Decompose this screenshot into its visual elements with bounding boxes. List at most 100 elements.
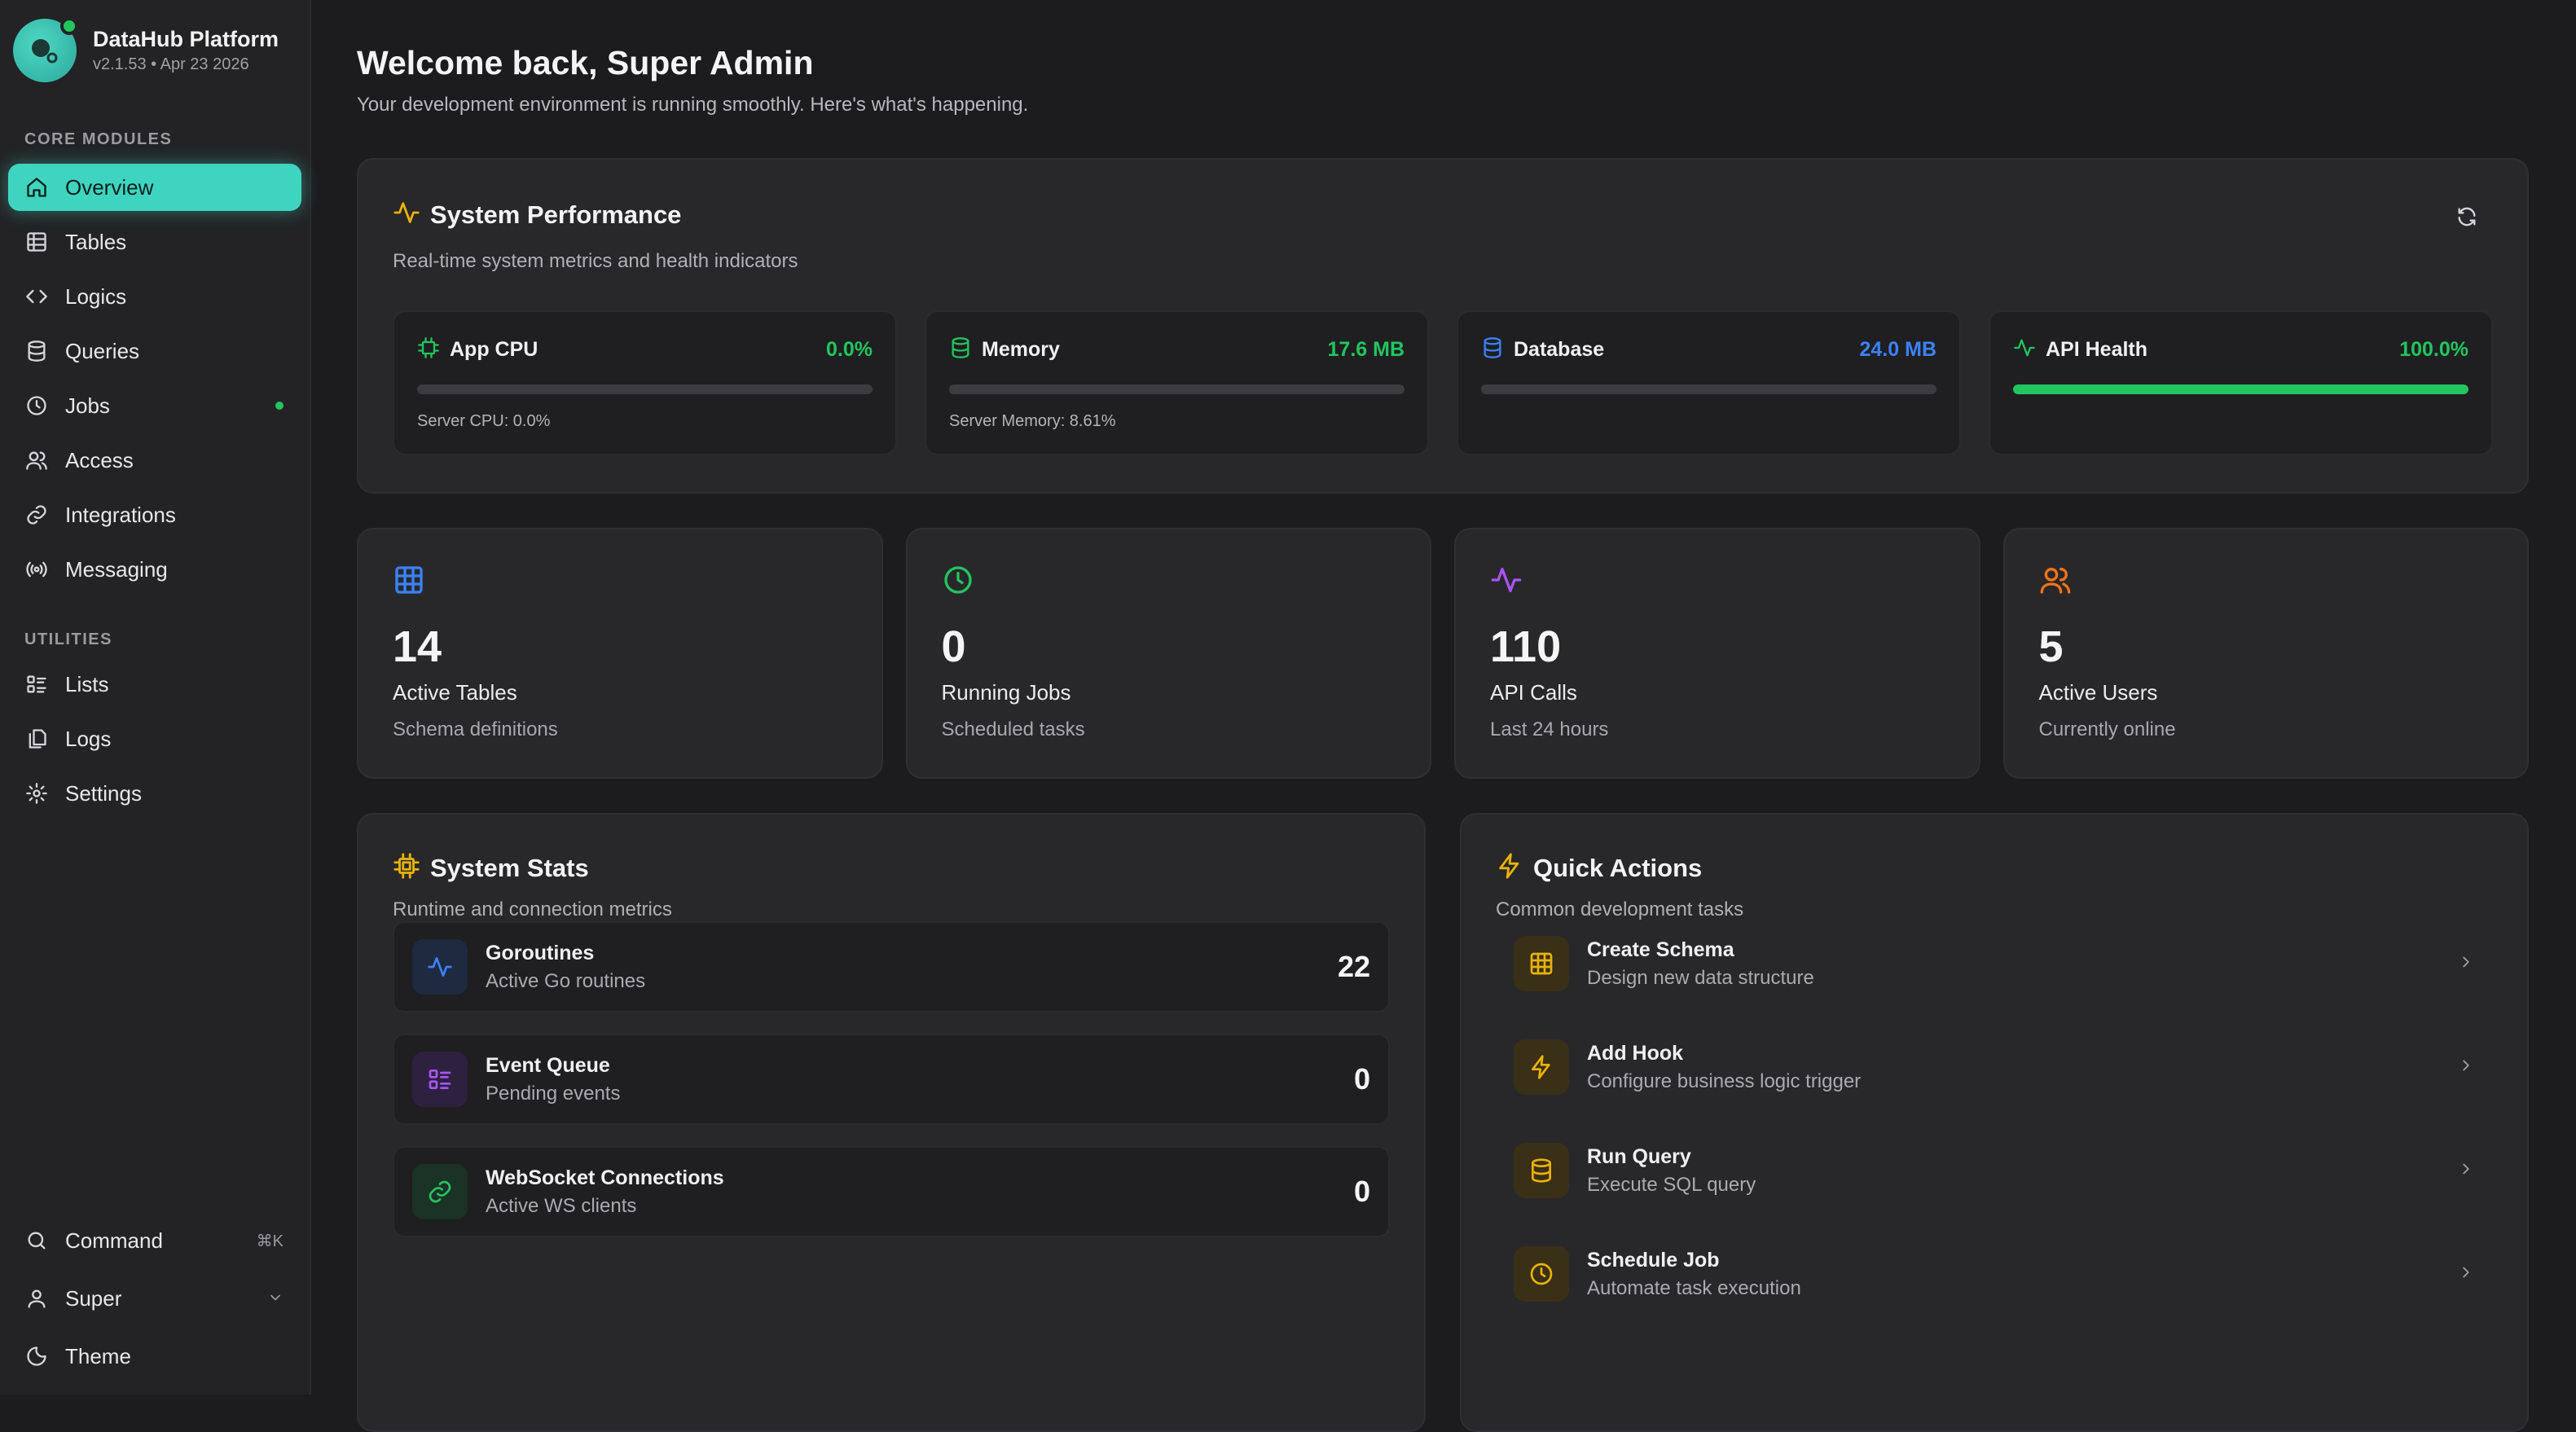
link-icon xyxy=(24,503,49,527)
stat-sub: Currently online xyxy=(2038,718,2176,740)
action-add-hook[interactable]: Add Hook Configure business logic trigge… xyxy=(1496,1025,2493,1109)
theme-toggle[interactable]: Theme xyxy=(8,1333,301,1380)
card-title: Quick Actions xyxy=(1533,853,1703,882)
row-sub: Pending events xyxy=(486,1082,621,1105)
brand-version: v2.1.53 • Apr 23 2026 xyxy=(93,55,249,73)
action-title: Schedule Job xyxy=(1587,1248,1720,1272)
clock-icon xyxy=(942,566,974,600)
row-value: 0 xyxy=(1353,1062,1370,1096)
stat-label: Active Users xyxy=(2038,680,2158,705)
sidebar-item-label: Queries xyxy=(65,338,140,363)
sidebar-item-label: Messaging xyxy=(65,556,168,582)
search-icon xyxy=(24,1228,49,1253)
action-schedule-job[interactable]: Schedule Job Automate task execution xyxy=(1496,1232,2493,1316)
sidebar-item-label: Overview xyxy=(65,174,154,200)
sidebar-item-queries[interactable]: Queries xyxy=(8,327,301,375)
metric-value: 17.6 MB xyxy=(1327,338,1404,361)
files-icon xyxy=(24,727,49,751)
link-icon xyxy=(412,1164,468,1219)
action-sub: Execute SQL query xyxy=(1587,1173,1756,1196)
database-icon xyxy=(1514,1143,1569,1198)
action-run-query[interactable]: Run Query Execute SQL query xyxy=(1496,1128,2493,1213)
activity-icon xyxy=(1490,568,1523,600)
sidebar-item-settings[interactable]: Settings xyxy=(8,770,301,817)
page-title: Welcome back, Super Admin xyxy=(357,44,814,81)
card-description: Runtime and connection metrics xyxy=(393,898,672,920)
bolt-icon xyxy=(1514,1039,1569,1095)
stat-value: 14 xyxy=(393,622,442,671)
action-title: Add Hook xyxy=(1587,1041,1684,1065)
sidebar-item-overview[interactable]: Overview xyxy=(8,164,301,211)
metric-progress-bar xyxy=(949,384,1404,394)
stat-card-active-users[interactable]: 5 Active Users Currently online xyxy=(2002,528,2529,779)
metric-note: Server CPU: 0.0% xyxy=(417,412,551,430)
metric-name: API Health xyxy=(2046,338,2148,361)
cpu-icon xyxy=(393,852,420,884)
clock-icon xyxy=(1514,1246,1569,1302)
stat-row-websocket: WebSocket Connections Active WS clients … xyxy=(393,1146,1390,1237)
sidebar-item-messaging[interactable]: Messaging xyxy=(8,546,301,593)
stat-card-running-jobs[interactable]: 0 Running Jobs Scheduled tasks xyxy=(905,528,1431,779)
sidebar-item-integrations[interactable]: Integrations xyxy=(8,491,301,538)
stat-row-goroutines: Goroutines Active Go routines 22 xyxy=(393,921,1390,1013)
list-icon xyxy=(412,1052,468,1107)
row-sub: Active Go routines xyxy=(486,969,646,992)
sidebar-item-logs[interactable]: Logs xyxy=(8,715,301,762)
refresh-icon[interactable] xyxy=(2455,205,2478,232)
row-value: 0 xyxy=(1353,1175,1370,1208)
row-title: Goroutines xyxy=(486,941,595,964)
sidebar-item-access[interactable]: Access xyxy=(8,437,301,484)
stat-sub: Schema definitions xyxy=(393,718,558,740)
users-icon xyxy=(24,448,49,472)
chevron-down-icon xyxy=(267,1286,284,1311)
chevron-right-icon xyxy=(2457,1056,2475,1078)
action-create-schema[interactable]: Create Schema Design new data structure xyxy=(1496,921,2493,1006)
metric-value: 24.0 MB xyxy=(1859,338,1936,361)
brand[interactable]: DataHub Platform v2.1.53 • Apr 23 2026 xyxy=(0,0,310,88)
status-dot xyxy=(275,402,284,410)
action-sub: Configure business logic trigger xyxy=(1587,1070,1862,1092)
user-label: Super xyxy=(65,1285,122,1311)
section-title-utilities: UTILITIES xyxy=(24,630,112,648)
stat-sub: Last 24 hours xyxy=(1490,718,1609,740)
stat-value: 110 xyxy=(1490,622,1562,671)
sidebar-item-label: Jobs xyxy=(65,393,110,418)
metric-name: Database xyxy=(1514,338,1605,361)
sidebar-item-jobs[interactable]: Jobs xyxy=(8,382,301,429)
metric-name: App CPU xyxy=(450,338,538,361)
database-icon xyxy=(24,339,49,363)
chevron-right-icon xyxy=(2457,953,2475,975)
stat-cards: 14 Active Tables Schema definitions 0 Ru… xyxy=(357,528,2529,779)
metric-name: Memory xyxy=(982,338,1060,361)
stat-card-active-tables[interactable]: 14 Active Tables Schema definitions xyxy=(357,528,883,779)
users-icon xyxy=(2039,568,2072,600)
list-icon xyxy=(24,672,49,696)
stat-sub: Scheduled tasks xyxy=(941,718,1085,740)
stat-card-api-calls[interactable]: 110 API Calls Last 24 hours xyxy=(1454,528,1980,779)
card-title: System Stats xyxy=(430,853,589,882)
card-description: Common development tasks xyxy=(1496,898,1744,920)
brand-name: DataHub Platform xyxy=(93,27,279,51)
sidebar-item-tables[interactable]: Tables xyxy=(8,218,301,266)
chevron-right-icon xyxy=(2457,1263,2475,1285)
sidebar-item-logics[interactable]: Logics xyxy=(8,273,301,320)
metric-progress-bar xyxy=(1481,384,1936,394)
action-title: Create Schema xyxy=(1587,938,1734,961)
section-title-core: CORE MODULES xyxy=(24,130,173,148)
command-button[interactable]: Command ⌘K xyxy=(8,1217,301,1264)
sidebar-item-label: Settings xyxy=(65,780,142,806)
metric-database: Database 24.0 MB xyxy=(1457,310,1961,455)
metric-note: Server Memory: 8.61% xyxy=(949,412,1116,430)
metric-api-health: API Health 100.0% xyxy=(1989,310,2493,455)
action-title: Run Query xyxy=(1587,1144,1691,1168)
gear-icon xyxy=(24,781,49,806)
user-menu-button[interactable]: Super xyxy=(8,1275,301,1322)
sidebar-item-label: Integrations xyxy=(65,502,176,527)
code-icon xyxy=(24,284,49,309)
sidebar-item-label: Access xyxy=(65,447,134,472)
activity-icon xyxy=(393,199,420,231)
row-sub: Active WS clients xyxy=(486,1194,637,1217)
sidebar-item-lists[interactable]: Lists xyxy=(8,661,301,708)
row-value: 22 xyxy=(1337,950,1370,983)
row-title: Event Queue xyxy=(486,1053,610,1077)
